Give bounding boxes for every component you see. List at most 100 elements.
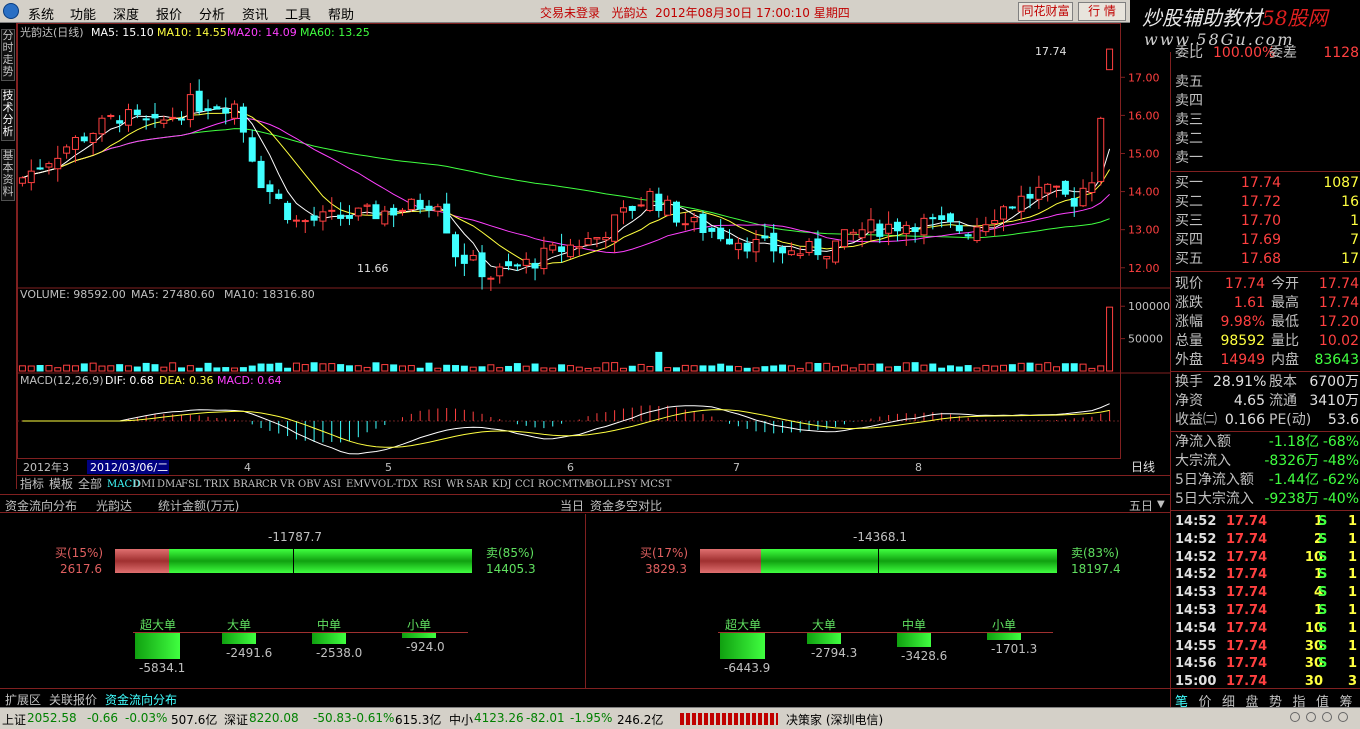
candle xyxy=(142,115,150,130)
indicator-tab-1[interactable]: 模板 xyxy=(49,477,73,492)
menu-depth[interactable]: 深度 xyxy=(113,4,139,23)
tick-time: 14:54 xyxy=(1175,620,1217,636)
menu-help[interactable]: 帮助 xyxy=(328,4,354,23)
indicator-tab-psy[interactable]: PSY xyxy=(617,477,637,492)
candle-body xyxy=(708,227,716,232)
indicator-tab-dma[interactable]: DMA xyxy=(157,477,182,492)
indicator-tab-roc[interactable]: ROC xyxy=(538,477,561,492)
tick-time: 14:52 xyxy=(1175,531,1217,547)
indicator-tab-0[interactable]: 指标 xyxy=(20,477,44,492)
candle-body xyxy=(18,177,26,184)
indicator-tab-asi[interactable]: ASI xyxy=(323,477,341,492)
indicator-tab-boll[interactable]: BOLL xyxy=(587,477,616,492)
candle xyxy=(195,79,203,115)
volume-bar xyxy=(71,365,79,372)
indicator-tab-rsi[interactable]: RSI xyxy=(423,477,441,492)
sh-change: -0.66 xyxy=(87,711,119,725)
flow-label: 大宗流入 xyxy=(1175,453,1231,469)
menu-analysis[interactable]: 分析 xyxy=(199,4,225,23)
indicator-tab-2[interactable]: 全部 xyxy=(78,477,102,492)
status-light-icon xyxy=(1306,712,1316,722)
candle xyxy=(867,208,875,241)
candle-body xyxy=(522,258,530,266)
menu-news[interactable]: 资讯 xyxy=(242,4,268,23)
indicator-tab-mtm[interactable]: MTM xyxy=(562,477,589,492)
candle xyxy=(310,206,318,227)
volume-bar xyxy=(593,367,601,372)
volume-bar xyxy=(885,366,893,372)
volume-bar xyxy=(275,362,283,372)
volume-bar xyxy=(867,363,875,372)
indicator-tab-mcst[interactable]: MCST xyxy=(640,477,671,492)
candle xyxy=(1097,116,1105,186)
candle-body xyxy=(275,193,283,199)
buy-level-price: 17.74 xyxy=(1240,175,1281,191)
indicator-tab-fsl[interactable]: FSL xyxy=(181,477,201,492)
menu-function[interactable]: 功能 xyxy=(70,4,96,23)
price-axis-label: 13.00 xyxy=(1128,224,1160,237)
candle-body xyxy=(920,217,928,236)
period-label[interactable]: 日线 xyxy=(1131,460,1155,474)
candle-body xyxy=(319,211,327,222)
rail-tab-technical[interactable]: 技术分析 xyxy=(1,89,15,141)
indicator-tab-vr[interactable]: VR xyxy=(280,477,295,492)
candle-body xyxy=(531,262,539,269)
dea-line xyxy=(22,409,1110,448)
candle-body xyxy=(71,137,79,150)
candle xyxy=(593,237,601,248)
volume-bar xyxy=(292,362,300,372)
indicator-tab-obv[interactable]: OBV xyxy=(298,477,321,492)
app-logo-icon xyxy=(3,3,19,19)
menu-system[interactable]: 系统 xyxy=(28,4,54,23)
volume-bar xyxy=(991,365,999,372)
tab-related-quotes[interactable]: 关联报价 xyxy=(49,691,97,708)
rail-tab-intraday[interactable]: 分时走势 xyxy=(1,29,15,81)
menu-quote[interactable]: 报价 xyxy=(156,4,182,23)
indicator-tab-dmi[interactable]: DMI xyxy=(133,477,155,492)
tick-row-4: 14:53 17.74 4 S 1 xyxy=(1173,584,1359,602)
tab-funds-flow[interactable]: 资金流向分布 xyxy=(105,691,177,708)
indicator-tab-cr[interactable]: CR xyxy=(262,477,277,492)
indicator-tab-sar[interactable]: SAR xyxy=(466,477,488,492)
buy-level-3: 买四 17.69 7 xyxy=(1173,231,1359,250)
stat-label2: 内盘 xyxy=(1271,352,1299,368)
indicator-tab-wr[interactable]: WR xyxy=(446,477,464,492)
stat-row-1: 涨跌 1.61 最高 17.74 xyxy=(1173,294,1359,313)
indicator-tab-trix[interactable]: TRIX xyxy=(204,477,229,492)
kline-chart[interactable]: 17.00 16.00 15.00 14.00 13.00 12.00 100000 5000… xyxy=(17,23,1170,493)
quote-button[interactable]: 行 情 xyxy=(1078,2,1126,21)
tab-extension[interactable]: 扩展区 xyxy=(5,691,41,708)
candle-body xyxy=(876,223,884,237)
tick-row-7: 14:55 17.74 30 S 1 xyxy=(1173,638,1359,656)
indicator-tab-brar[interactable]: BRAR xyxy=(233,477,263,492)
finance-button[interactable]: 同花财富 xyxy=(1018,2,1073,21)
indicator-tab-emv[interactable]: EMV xyxy=(346,477,371,492)
category-value-2: -2538.0 xyxy=(316,646,363,660)
price-axis-label: 16.00 xyxy=(1128,109,1160,122)
chevron-down-icon[interactable]: ▼ xyxy=(1157,499,1165,510)
volume-bar xyxy=(381,364,389,372)
funds-today: 当日 xyxy=(560,499,585,513)
volume-bar xyxy=(734,366,742,372)
candle xyxy=(390,204,398,228)
rail-tab-fundamentals[interactable]: 基本资料 xyxy=(1,149,15,201)
category-label-2: 中单 xyxy=(902,618,927,632)
share-row-1: 净资 4.65 流通 3410万 xyxy=(1173,392,1359,411)
candle xyxy=(708,226,716,238)
menu-tools[interactable]: 工具 xyxy=(285,4,311,23)
buy-value: 3829.3 xyxy=(645,562,687,576)
volume-bar xyxy=(195,367,203,372)
indicator-tab-kdj[interactable]: KDJ xyxy=(492,477,512,492)
tick-volume: 1 xyxy=(1313,567,1323,583)
volume-bar xyxy=(787,365,795,372)
indicator-tab-vol-tdx[interactable]: VOL-TDX xyxy=(371,477,418,492)
weibi-label: 委比 xyxy=(1175,45,1203,61)
candle-body xyxy=(858,229,866,239)
funds-period-select[interactable]: 五日 xyxy=(1129,497,1153,514)
volume-bar xyxy=(681,364,689,372)
candle-body xyxy=(602,237,610,241)
candle-body xyxy=(779,247,787,254)
volume-bar xyxy=(575,366,583,372)
price-axis-label: 12.00 xyxy=(1128,262,1160,275)
indicator-tab-cci[interactable]: CCI xyxy=(515,477,534,492)
